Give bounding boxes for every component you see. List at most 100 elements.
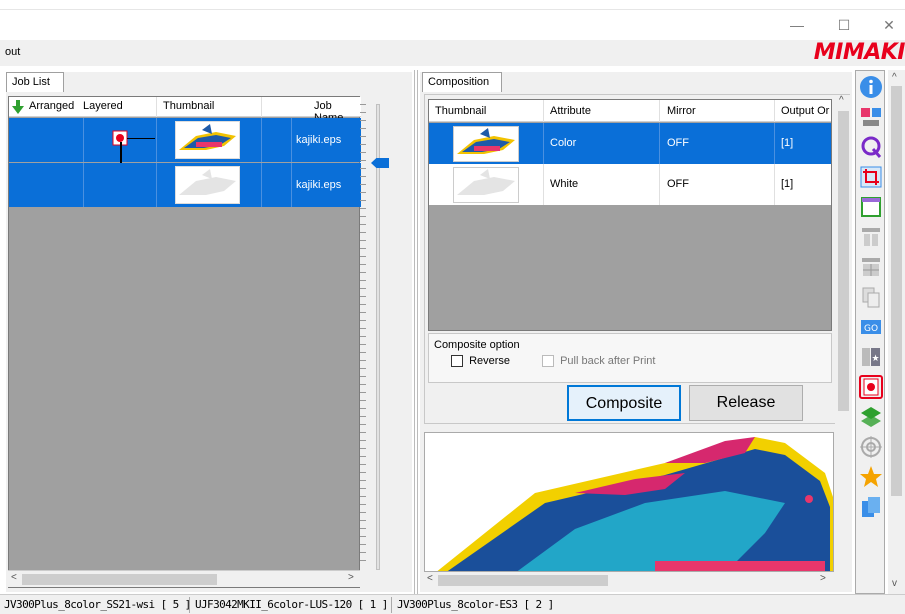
slider-tick: [360, 368, 366, 369]
layers-icon[interactable]: [859, 405, 883, 429]
close-button[interactable]: ✕: [874, 14, 904, 36]
slider-tick: [360, 352, 366, 353]
favorite-layout-icon[interactable]: ★: [859, 345, 883, 369]
slider-tick: [360, 552, 366, 553]
preview-canvas[interactable]: [424, 432, 834, 572]
artwork-preview: [437, 437, 833, 571]
job-list-header: Arranged Layered Thumbnail Job Name: [9, 97, 361, 124]
printer-status-3[interactable]: JV300Plus_8color-ES3 [ 2 ]: [397, 598, 554, 611]
composition-row[interactable]: White OFF [1]: [429, 164, 831, 205]
scroll-right-icon[interactable]: >: [820, 573, 826, 584]
svg-text:★: ★: [871, 353, 879, 363]
slider-tick: [360, 128, 366, 129]
slider-tick: [360, 328, 366, 329]
info-icon[interactable]: [859, 75, 883, 99]
svg-text:GO: GO: [864, 324, 878, 334]
crop-icon[interactable]: [859, 165, 883, 189]
slider-tick: [360, 280, 366, 281]
col-mirror[interactable]: Mirror: [667, 105, 696, 117]
slider-tick: [360, 456, 366, 457]
slider-tick: [360, 416, 366, 417]
star-icon[interactable]: [859, 465, 883, 489]
slider-tick: [360, 168, 366, 169]
grid-layout-icon[interactable]: [859, 255, 883, 279]
release-button[interactable]: Release: [689, 385, 803, 421]
toolbar-scrollbar[interactable]: ^ v: [888, 70, 905, 594]
composition-panel: Composition Thumbnail Attribute Mirror O…: [420, 72, 852, 592]
go-icon[interactable]: GO: [859, 315, 883, 339]
slider-tick: [360, 296, 366, 297]
tool-palette: GO ★: [855, 70, 885, 594]
slider-tick: [360, 224, 366, 225]
col-layered[interactable]: Layered: [83, 100, 123, 112]
col-attribute[interactable]: Attribute: [550, 105, 591, 117]
slider-tick: [360, 152, 366, 153]
printer-settings-icon[interactable]: [859, 105, 883, 129]
slider-tick: [360, 160, 366, 161]
printer-status-2[interactable]: UJF3042MKII_6color-LUS-120 [ 1 ]: [195, 598, 388, 611]
composite-option-title: Composite option: [434, 339, 520, 351]
title-bar: — ☐ ✕: [0, 0, 905, 40]
copy-icon[interactable]: [859, 285, 883, 309]
scroll-up-icon[interactable]: ^: [892, 72, 897, 83]
slider-tick: [360, 184, 366, 185]
target-icon[interactable]: [859, 435, 883, 459]
tab-composition[interactable]: Composition: [422, 72, 502, 92]
maximize-button[interactable]: ☐: [829, 14, 859, 36]
menu-item-layout[interactable]: out: [5, 46, 20, 58]
slider-tick: [360, 304, 366, 305]
pull-back-checkbox[interactable]: Pull back after Print: [542, 355, 655, 368]
scroll-right-icon[interactable]: >: [348, 572, 354, 583]
slider-tick: [360, 320, 366, 321]
scroll-down-icon[interactable]: v: [892, 578, 897, 589]
slider-tick: [360, 232, 366, 233]
attribute-value: Color: [550, 137, 577, 149]
document-icon[interactable]: [859, 495, 883, 519]
pull-back-checkbox-box[interactable]: [542, 355, 554, 368]
job-row[interactable]: kajiki.eps: [9, 118, 361, 182]
vertical-scrollbar[interactable]: ^: [835, 95, 851, 425]
queue-icon[interactable]: [859, 135, 883, 159]
col-thumbnail[interactable]: Thumbnail: [163, 100, 214, 112]
slider-tick: [360, 216, 366, 217]
layer-compose-icon[interactable]: [859, 375, 883, 399]
slider-tick: [360, 136, 366, 137]
tab-job-list[interactable]: Job List: [6, 72, 64, 92]
slider-tick: [360, 288, 366, 289]
slider-handle[interactable]: [371, 158, 389, 168]
horizontal-scrollbar[interactable]: < >: [424, 572, 834, 588]
zoom-slider[interactable]: [360, 104, 400, 574]
horizontal-scrollbar[interactable]: < >: [8, 570, 360, 587]
col-arranged[interactable]: Arranged: [29, 100, 74, 112]
composition-row[interactable]: Color OFF [1]: [429, 123, 831, 164]
slider-tick: [360, 408, 366, 409]
tile-icon[interactable]: [859, 225, 883, 249]
col-output-order[interactable]: Output Or: [781, 105, 829, 117]
printer-status-1[interactable]: JV300Plus_8color_SS21-wsi [ 5 ]: [4, 598, 191, 611]
job-thumbnail: [175, 121, 240, 159]
scroll-left-icon[interactable]: <: [11, 572, 17, 583]
arrow-down-icon: [12, 100, 24, 114]
slider-tick: [360, 248, 366, 249]
scroll-left-icon[interactable]: <: [427, 573, 433, 584]
reverse-checkbox[interactable]: Reverse: [451, 355, 511, 368]
reverse-checkbox-box[interactable]: [451, 355, 463, 368]
slider-tick: [360, 256, 366, 257]
layer-thumbnail: [453, 126, 519, 162]
composition-table: Thumbnail Attribute Mirror Output Or Col…: [428, 99, 832, 331]
reverse-label: Reverse: [469, 355, 511, 368]
panel-splitter[interactable]: [414, 70, 418, 594]
minimize-button[interactable]: —: [782, 14, 812, 36]
slider-tick: [360, 344, 366, 345]
composite-button[interactable]: Composite: [567, 385, 681, 421]
col-thumbnail[interactable]: Thumbnail: [435, 105, 486, 117]
frame-icon[interactable]: [859, 195, 883, 219]
slider-tick: [360, 120, 366, 121]
job-row[interactable]: kajiki.eps: [9, 163, 361, 207]
slider-tick: [360, 272, 366, 273]
slider-tick: [360, 512, 366, 513]
scroll-up-icon[interactable]: ^: [839, 95, 844, 106]
mirror-value: OFF: [667, 178, 689, 190]
composition-header: Thumbnail Attribute Mirror Output Or: [429, 100, 831, 122]
slider-tick: [360, 192, 366, 193]
